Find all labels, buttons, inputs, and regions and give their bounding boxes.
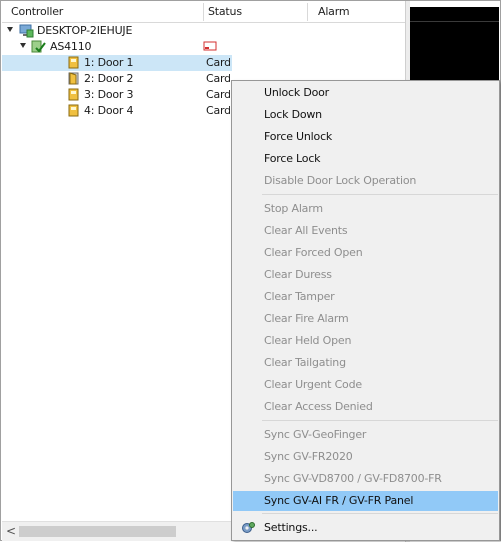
door-status: Card Mode bbox=[206, 88, 230, 101]
expand-arrow-icon[interactable] bbox=[7, 27, 13, 32]
door-icon bbox=[68, 104, 79, 120]
tree-node-pc[interactable]: DESKTOP-2IEHUJE bbox=[2, 23, 405, 39]
door-context-menu: Unlock Door Lock Down Force Unlock Force… bbox=[231, 80, 500, 541]
menu-item-lock-down[interactable]: Lock Down bbox=[232, 105, 499, 125]
tree-node-door-2[interactable]: 2: Door 2 Card Mode bbox=[2, 71, 232, 87]
door-open-icon bbox=[68, 72, 79, 88]
menu-item-clear-tamper[interactable]: Clear Tamper bbox=[232, 287, 499, 307]
menu-separator bbox=[262, 194, 498, 195]
door-icon bbox=[68, 56, 79, 72]
pc-name: DESKTOP-2IEHUJE bbox=[37, 24, 133, 37]
tree-node-door-1[interactable]: 1: Door 1 Card Mode bbox=[2, 55, 232, 71]
settings-gear-icon bbox=[241, 521, 256, 538]
column-header: Controller Status Alarm bbox=[2, 2, 405, 23]
expand-arrow-icon[interactable] bbox=[20, 43, 26, 48]
menu-separator bbox=[262, 420, 498, 421]
menu-item-clear-tailgating[interactable]: Clear Tailgating bbox=[232, 353, 499, 373]
live-view-divider bbox=[410, 21, 499, 22]
menu-item-sync-vd8700[interactable]: Sync GV-VD8700 / GV-FD8700-FR bbox=[232, 469, 499, 489]
door-label: 3: Door 3 bbox=[84, 88, 134, 101]
menu-item-force-lock[interactable]: Force Lock bbox=[232, 149, 499, 169]
tree-node-door-4[interactable]: 4: Door 4 Card Mode bbox=[2, 103, 232, 119]
menu-item-clear-urgent-code[interactable]: Clear Urgent Code bbox=[232, 375, 499, 395]
menu-item-settings[interactable]: Settings... bbox=[232, 518, 499, 538]
alarm-status-icon bbox=[203, 41, 217, 55]
column-divider[interactable] bbox=[203, 3, 204, 21]
menu-item-sync-ai-fr[interactable]: Sync GV-AI FR / GV-FR Panel bbox=[233, 491, 498, 511]
door-status: Card Mode bbox=[206, 72, 230, 85]
scroll-thumb[interactable] bbox=[19, 526, 176, 537]
menu-item-sync-geofinger[interactable]: Sync GV-GeoFinger bbox=[232, 425, 499, 445]
column-divider[interactable] bbox=[307, 3, 308, 21]
column-alarm[interactable]: Alarm bbox=[318, 5, 350, 18]
scroll-left-arrow[interactable]: < bbox=[6, 524, 16, 538]
column-status[interactable]: Status bbox=[208, 5, 242, 18]
menu-item-unlock-door[interactable]: Unlock Door bbox=[232, 83, 499, 103]
menu-item-sync-fr2020[interactable]: Sync GV-FR2020 bbox=[232, 447, 499, 467]
menu-item-clear-fire-alarm[interactable]: Clear Fire Alarm bbox=[232, 309, 499, 329]
door-label: 4: Door 4 bbox=[84, 104, 134, 117]
controller-name: AS4110 bbox=[50, 40, 92, 53]
menu-item-clear-forced-open[interactable]: Clear Forced Open bbox=[232, 243, 499, 263]
menu-item-clear-access-denied[interactable]: Clear Access Denied bbox=[232, 397, 499, 417]
menu-item-clear-all-events[interactable]: Clear All Events bbox=[232, 221, 499, 241]
menu-item-force-unlock[interactable]: Force Unlock bbox=[232, 127, 499, 147]
tree-node-door-3[interactable]: 3: Door 3 Card Mode bbox=[2, 87, 232, 103]
door-label: 2: Door 2 bbox=[84, 72, 134, 85]
column-controller[interactable]: Controller bbox=[11, 5, 63, 18]
menu-item-stop-alarm[interactable]: Stop Alarm bbox=[232, 199, 499, 219]
door-label: 1: Door 1 bbox=[84, 56, 134, 69]
door-icon bbox=[68, 88, 79, 104]
menu-item-clear-duress[interactable]: Clear Duress bbox=[232, 265, 499, 285]
door-status: Card Mode bbox=[206, 56, 230, 69]
door-status: Card Mode bbox=[206, 104, 230, 117]
menu-item-clear-held-open[interactable]: Clear Held Open bbox=[232, 331, 499, 351]
menu-item-disable-lock-operation[interactable]: Disable Door Lock Operation bbox=[232, 171, 499, 191]
live-view-panel bbox=[410, 7, 499, 87]
menu-separator bbox=[262, 513, 498, 514]
tree-node-controller[interactable]: AS4110 bbox=[2, 39, 405, 55]
